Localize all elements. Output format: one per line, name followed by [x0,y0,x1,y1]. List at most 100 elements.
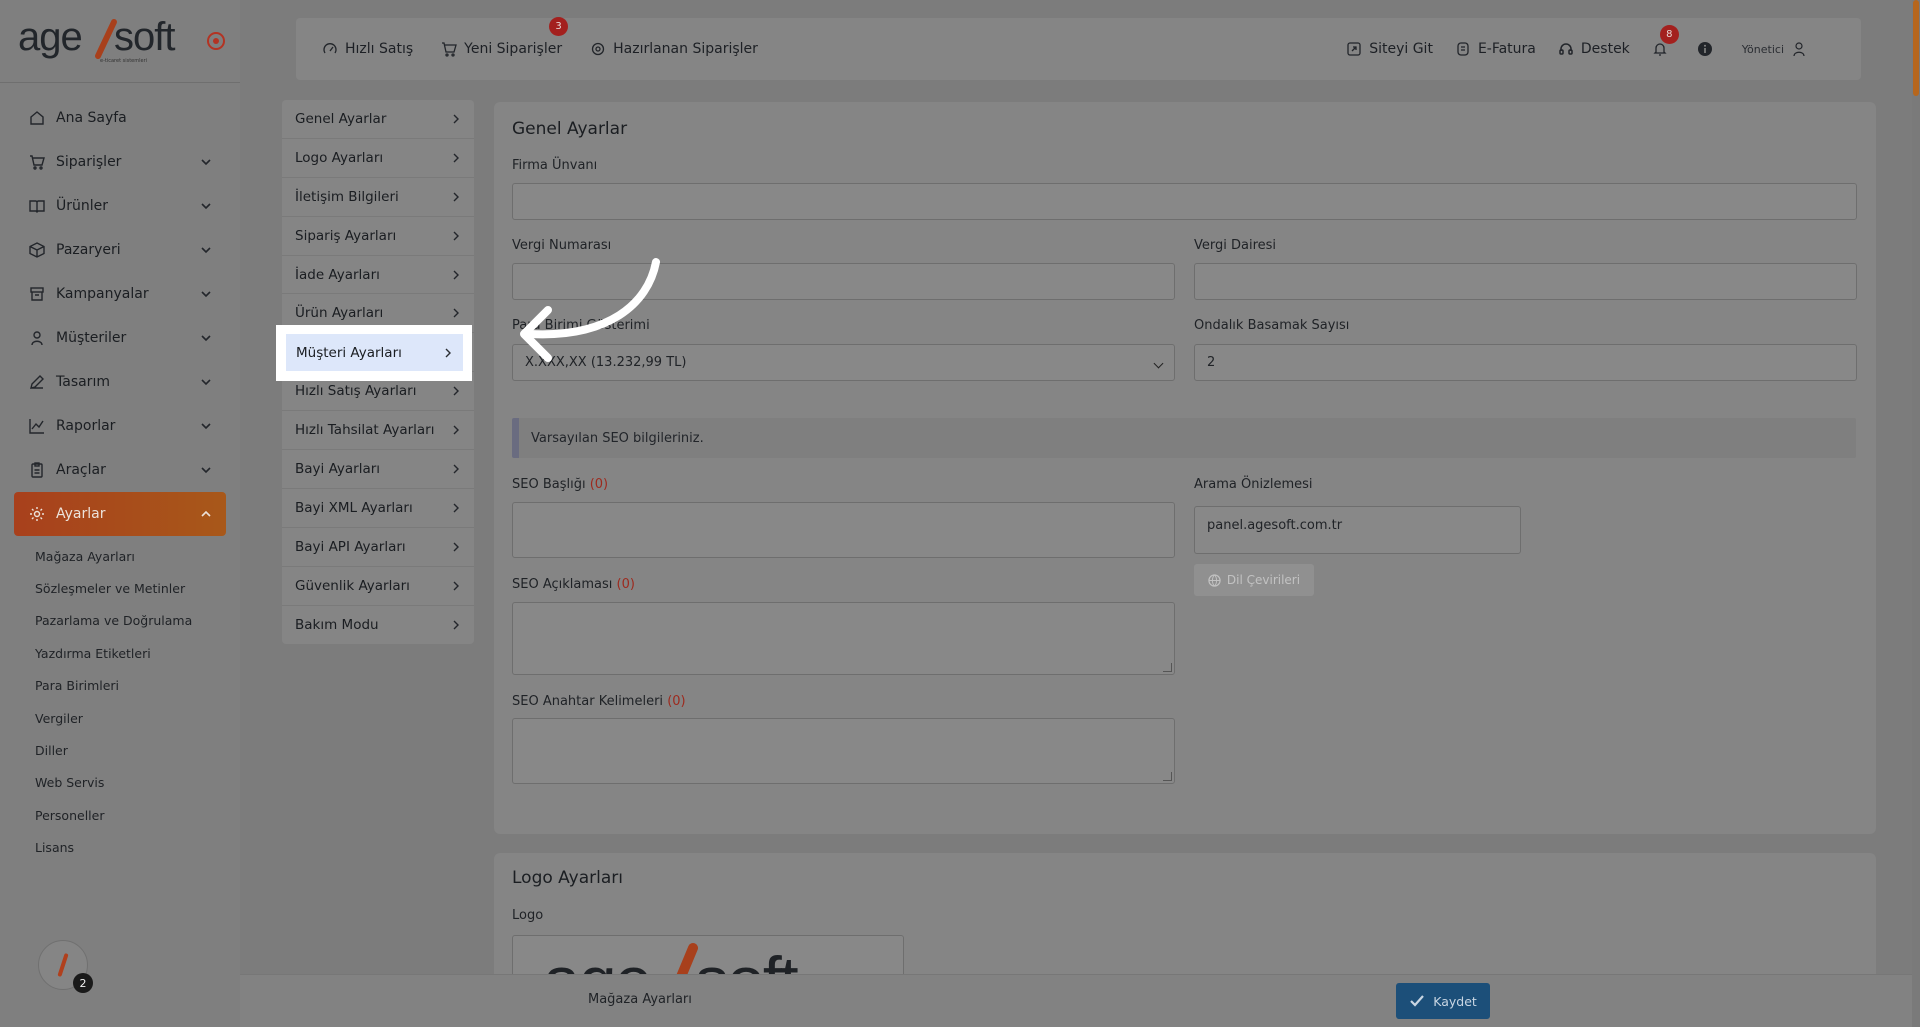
currency-display-select[interactable]: X.XXX,XX (13.232,99 TL) [512,344,1175,381]
tax-office-input[interactable] [1194,263,1857,300]
basket-icon [28,285,46,303]
current-page-label: Mağaza Ayarları [588,992,692,1007]
tax-number-label: Vergi Numarası [512,238,612,253]
sidebar-item-urunler[interactable]: Ürünler [14,184,226,228]
decimal-places-input[interactable]: 2 [1194,344,1857,381]
menu-item-bayi-api[interactable]: Bayi API Ayarları [282,528,474,567]
sidebar-item-ayarlar[interactable]: Ayarlar [14,492,226,536]
scrollbar-thumb[interactable] [1913,0,1919,96]
menu-item-bayi-xml[interactable]: Bayi XML Ayarları [282,489,474,528]
menu-item-siparis[interactable]: Sipariş Ayarları [282,217,474,256]
submenu-item-vergiler[interactable]: Vergiler [35,702,235,734]
efatura-link[interactable]: E-Fatura [1455,41,1536,57]
go-site-link[interactable]: Siteyi Git [1346,41,1433,57]
section-title: Logo Ayarları [512,868,623,888]
chevron-down-icon [201,159,211,166]
chevron-right-icon [453,231,459,241]
tax-number-input[interactable] [512,263,1175,300]
sidebar-item-raporlar[interactable]: Raporlar [14,404,226,448]
sidebar-item-label: Tasarım [56,374,110,390]
section-title: Genel Ayarlar [512,119,628,139]
gear-icon [591,42,605,56]
chevron-right-icon [453,386,459,396]
menu-item-iade[interactable]: İade Ayarları [282,256,474,295]
sidebar-nav: Ana Sayfa Siparişler Ürünler Pazaryeri K… [14,96,226,536]
brand-logo[interactable]: age soft e-ticaret sistemleri [18,16,178,66]
user-icon [1793,42,1805,57]
avatar-badge: 2 [73,973,93,993]
seo-description-textarea[interactable] [512,602,1175,675]
clipboard-icon [28,461,46,479]
company-input[interactable] [512,183,1857,220]
sidebar-item-musteriler[interactable]: Müşteriler [14,316,226,360]
sidebar-item-siparisler[interactable]: Siparişler [14,140,226,184]
menu-item-logo-ayarlari[interactable]: Logo Ayarları [282,139,474,178]
sidebar-item-label: Kampanyalar [56,286,149,302]
seo-keywords-textarea[interactable] [512,718,1175,784]
user-menu[interactable]: Yönetici [1742,41,1813,57]
menu-item-iletisim[interactable]: İletişim Bilgileri [282,178,474,217]
prepared-orders-link[interactable]: Hazırlanan Siparişler [590,41,758,57]
sidebar-item-label: Ürünler [56,198,109,214]
support-link[interactable]: Destek [1558,41,1630,57]
save-button[interactable]: Kaydet [1396,983,1490,1019]
sidebar-item-pazaryeri[interactable]: Pazaryeri [14,228,226,272]
collapse-sidebar-icon[interactable] [207,32,225,50]
chevron-down-icon [201,203,211,210]
seo-title-counter: (0) [589,477,609,492]
menu-item-bakim-modu[interactable]: Bakım Modu [282,606,474,645]
page-scrollbar[interactable] [1912,0,1920,1027]
submenu-item-personeller[interactable]: Personeller [35,799,235,831]
submenu-item-magaza-ayarlari[interactable]: Mağaza Ayarları [35,540,235,572]
svg-text:soft: soft [114,16,175,59]
seo-info-alert: Varsayılan SEO bilgileriniz. [512,418,1856,458]
svg-text:age: age [18,16,82,59]
submenu-item-yazdirma[interactable]: Yazdırma Etiketleri [35,637,235,669]
chevron-right-icon [453,464,459,474]
notifications-button[interactable]: 8 [1652,25,1679,57]
speedometer-icon [323,43,337,54]
user-icon [28,329,46,347]
chevron-down-icon [201,335,211,342]
bottom-action-bar: Mağaza Ayarları Kaydet [240,974,1920,1027]
sidebar-item-label: Ayarlar [56,506,106,522]
menu-item-bayi[interactable]: Bayi Ayarları [282,450,474,489]
quick-sale-link[interactable]: Hızlı Satış [322,41,413,57]
chevron-right-icon [453,270,459,279]
submenu-item-pazarlama[interactable]: Pazarlama ve Doğrulama [35,605,235,637]
sidebar-item-tasarim[interactable]: Tasarım [14,360,226,404]
submenu-item-sozlesmeler[interactable]: Sözleşmeler ve Metinler [35,572,235,604]
box-icon [28,241,46,259]
chevron-right-icon [453,425,459,435]
invoice-icon [1457,42,1469,56]
sidebar-item-ana-sayfa[interactable]: Ana Sayfa [14,96,226,140]
seo-description-counter: (0) [616,577,635,592]
chevron-right-icon [453,620,459,630]
top-right-actions: Siteyi Git E-Fatura Destek 8 Yönetici [1346,25,1835,57]
menu-item-musteri-ayarlari[interactable]: Müşteri Ayarları [286,334,463,371]
seo-title-input[interactable] [512,502,1175,558]
divider [0,82,240,83]
decimal-places-label: Ondalık Basamak Sayısı [1194,318,1350,333]
chevron-right-icon [453,192,459,202]
submenu-item-web-servis[interactable]: Web Servis [35,767,235,799]
chevron-down-icon [201,247,211,254]
chart-icon [28,417,46,435]
submenu-item-para-birimleri[interactable]: Para Birimleri [35,670,235,702]
submenu-item-diller[interactable]: Diller [35,734,235,766]
menu-item-hizli-tahsilat[interactable]: Hızlı Tahsilat Ayarları [282,411,474,451]
menu-item-guvenlik[interactable]: Güvenlik Ayarları [282,567,474,606]
sidebar-item-araclar[interactable]: Araçlar [14,448,226,492]
book-icon [28,197,46,215]
language-translations-button[interactable]: Dil Çevirileri [1194,564,1314,596]
chevron-right-icon [453,114,459,124]
sidebar-item-kampanyalar[interactable]: Kampanyalar [14,272,226,316]
submenu-item-lisans[interactable]: Lisans [35,832,235,864]
sidebar-item-label: Raporlar [56,418,116,434]
info-button[interactable] [1697,41,1720,57]
menu-item-genel-ayarlar[interactable]: Genel Ayarlar [282,100,474,139]
external-link-icon [1347,42,1361,56]
chevron-right-icon [453,503,459,513]
headset-icon [1559,43,1573,55]
new-orders-link[interactable]: Yeni Siparişler 3 [441,17,569,57]
